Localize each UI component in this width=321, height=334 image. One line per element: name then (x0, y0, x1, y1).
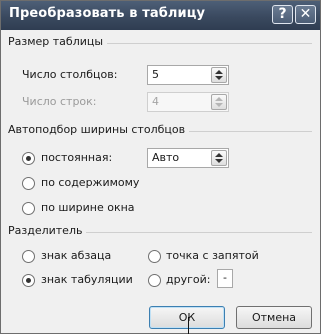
spin-up-icon[interactable] (215, 153, 223, 157)
rows-spinner: 4 (147, 92, 229, 112)
autofit-legend: Автоподбор ширины столбцов (8, 123, 190, 136)
separator-legend: Разделитель (8, 224, 87, 237)
ok-button[interactable]: ОК (149, 306, 225, 329)
dialog-body: Размер таблицы Число столбцов: 5 Число с… (1, 30, 320, 333)
close-icon: ✕ (299, 6, 312, 22)
autofit-contents-radio[interactable] (22, 177, 35, 190)
separator-semicolon-radio[interactable] (148, 250, 161, 263)
autofit-window-radio[interactable] (22, 202, 35, 215)
autofit-spin-buttons[interactable] (211, 150, 227, 166)
columns-spin-buttons[interactable] (211, 67, 227, 83)
separator-other-label[interactable]: другой: (166, 273, 210, 286)
separator-tab-radio[interactable] (22, 274, 35, 287)
rows-spin-buttons (211, 94, 227, 110)
spin-down-icon[interactable] (215, 159, 223, 163)
dialog-title: Преобразовать в таблицу (9, 6, 206, 21)
cancel-button[interactable]: Отмена (236, 306, 312, 329)
autofit-contents-label[interactable]: по содержимому (41, 176, 139, 189)
rows-label: Число строк: (22, 95, 97, 108)
autofit-fixed-label[interactable]: постоянная: (41, 151, 112, 164)
spin-down-icon[interactable] (215, 76, 223, 80)
spin-up-icon[interactable] (215, 70, 223, 74)
autofit-fixed-radio[interactable] (22, 152, 35, 165)
separator-other-radio[interactable] (148, 274, 161, 287)
text-cursor-icon (188, 317, 189, 334)
spin-up-icon (215, 97, 223, 101)
convert-to-table-dialog: Преобразовать в таблицу ? ✕ Размер табли… (0, 0, 321, 334)
columns-label-text: Число столбцов: (22, 68, 118, 81)
spin-down-icon (215, 103, 223, 107)
help-button[interactable]: ? (272, 5, 293, 24)
rows-value: 4 (152, 95, 159, 108)
help-icon: ? (278, 6, 287, 22)
autofit-window-label[interactable]: по ширине окна (41, 201, 135, 214)
autofit-fixed-spinner[interactable]: Авто (147, 148, 229, 168)
title-bar[interactable]: Преобразовать в таблицу ? ✕ (1, 1, 320, 30)
autofit-fixed-value: Авто (152, 151, 180, 164)
table-size-legend: Размер таблицы (8, 35, 108, 48)
columns-value: 5 (152, 68, 159, 81)
separator-paragraph-radio[interactable] (22, 250, 35, 263)
separator-tab-label[interactable]: знак табуляции (41, 273, 133, 286)
separator-paragraph-label[interactable]: знак абзаца (41, 249, 111, 262)
separator-other-input[interactable]: - (217, 269, 233, 288)
columns-label: Число столбцов: (22, 68, 117, 81)
separator-semicolon-label[interactable]: точка с запятой (166, 249, 259, 262)
columns-spinner[interactable]: 5 (147, 65, 229, 85)
close-button[interactable]: ✕ (295, 5, 316, 24)
